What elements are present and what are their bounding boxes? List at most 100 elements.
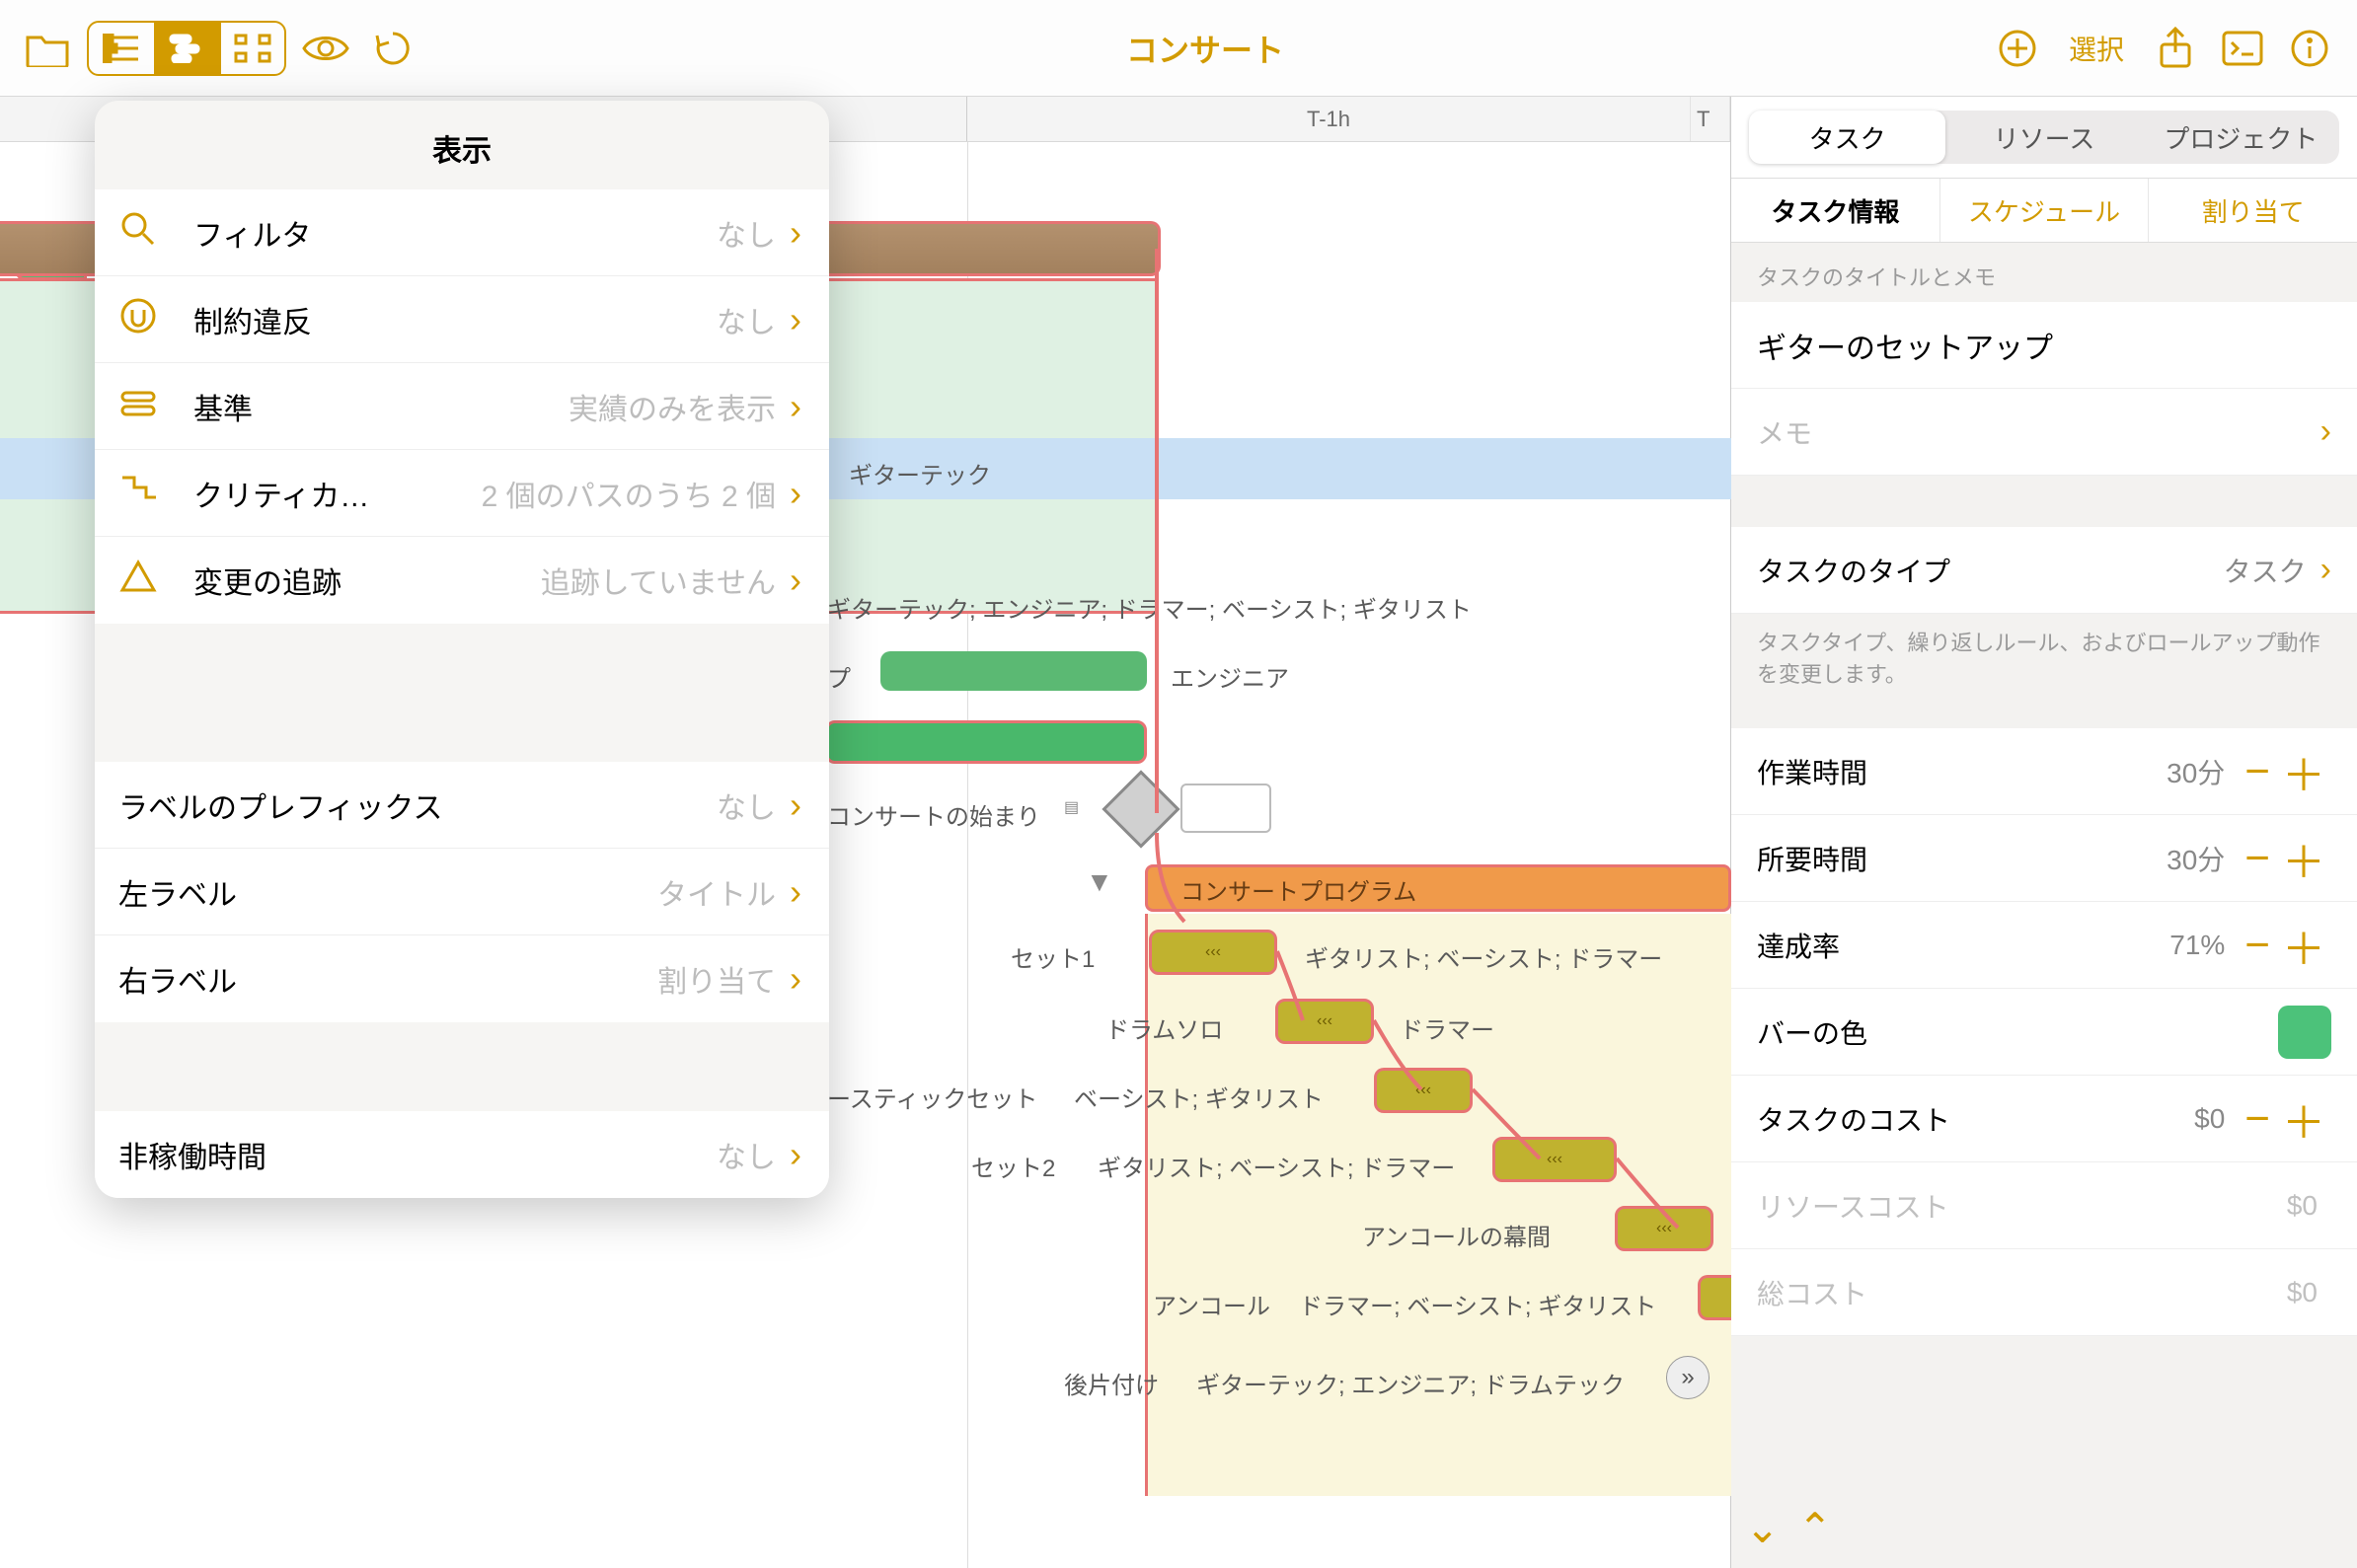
chevron-right-icon: ›	[790, 958, 801, 1000]
task-bar-drumsolo[interactable]: ‹‹‹	[1275, 999, 1374, 1044]
view-popover: 表示 フィルタ なし › 制約違反 なし › 基準 実績のみを表示	[95, 101, 829, 1198]
milestone-field[interactable]	[1180, 784, 1271, 833]
total-cost-row: 総コスト $0	[1731, 1249, 2357, 1336]
view-mode-outline[interactable]	[89, 23, 154, 74]
overflow-icon[interactable]: »	[1666, 1356, 1710, 1399]
work-row[interactable]: 作業時間 30分 − ＋	[1731, 728, 2357, 815]
subtab-schedule[interactable]: スケジュール	[1939, 179, 2149, 242]
task-bar-amp[interactable]	[880, 651, 1147, 691]
chevron-up-icon[interactable]: ⌃	[1797, 1504, 1832, 1552]
popover-section-c: 非稼働時間 なし ›	[95, 1111, 829, 1198]
popover-row-rightlabel[interactable]: 右ラベル 割り当て ›	[95, 935, 829, 1022]
drumsolo-label: ドラムソロ	[1105, 1010, 1223, 1045]
blue-row-label: ギターテック	[849, 456, 991, 490]
seg-resource[interactable]: リソース	[1945, 111, 2142, 164]
view-mode-segment[interactable]	[87, 21, 286, 76]
popover-row-critical[interactable]: クリティカ… 2 個のパスのうち 2 個 ›	[95, 450, 829, 537]
task-bar-encoregap[interactable]: ‹‹‹	[1615, 1206, 1713, 1251]
encore-label: アンコール	[1153, 1287, 1270, 1321]
seg-task[interactable]: タスク	[1749, 111, 1945, 164]
progress-row[interactable]: 達成率 71% − ＋	[1731, 902, 2357, 989]
chevron-right-icon: ›	[790, 560, 801, 601]
chevron-right-icon: ›	[790, 784, 801, 826]
cost-row[interactable]: タスクのコスト $0 − ＋	[1731, 1076, 2357, 1162]
task-bar-set2[interactable]: ‹‹‹	[1492, 1137, 1617, 1182]
chevron-right-icon: ›	[790, 299, 801, 340]
seg-project[interactable]: プロジェクト	[2143, 111, 2339, 164]
popover-row-leftlabel[interactable]: 左ラベル タイトル ›	[95, 849, 829, 935]
program-backdrop	[1145, 914, 1731, 1496]
resource-cost-row: リソースコスト $0	[1731, 1162, 2357, 1249]
acoustic-label: ースティックセット	[827, 1080, 1037, 1114]
toolbar: コンサート 選択	[0, 0, 2357, 97]
popover-title: 表示	[95, 101, 829, 189]
set2-label: セット2	[971, 1149, 1055, 1183]
color-swatch[interactable]	[2278, 1006, 2331, 1059]
popover-row-prefix[interactable]: ラベルのプレフィックス なし ›	[95, 762, 829, 849]
encoregap-label: アンコールの幕間	[1362, 1218, 1551, 1252]
cleanup-assign-label: ギターテック; エンジニア; ドラムテック	[1196, 1366, 1625, 1400]
chevron-right-icon: ›	[790, 212, 801, 254]
plus-icon[interactable]: ＋	[2276, 740, 2331, 803]
popover-row-filter[interactable]: フィルタ なし ›	[95, 189, 829, 276]
plus-icon[interactable]: ＋	[2276, 1087, 2331, 1151]
inspector-segment[interactable]: タスク リソース プロジェクト	[1749, 111, 2339, 164]
subtab-info[interactable]: タスク情報	[1731, 179, 1939, 242]
view-mode-gantt[interactable]	[154, 23, 219, 74]
ruler-t: T	[1691, 97, 1730, 141]
set1-label: セット1	[1011, 939, 1095, 974]
plus-icon[interactable]: ＋	[2276, 827, 2331, 890]
eye-icon[interactable]	[298, 21, 353, 76]
add-icon[interactable]	[1990, 21, 2045, 76]
set2-assign-label: ギタリスト; ベーシスト; ドラマー	[1098, 1149, 1455, 1183]
task-bar-encore[interactable]	[1698, 1275, 1731, 1320]
cleanup-label: 後片付け	[1064, 1366, 1159, 1400]
popover-row-changes[interactable]: 変更の追跡 追跡していません ›	[95, 537, 829, 624]
popover-row-baselines[interactable]: 基準 実績のみを表示 ›	[95, 363, 829, 450]
view-mode-network[interactable]	[219, 23, 284, 74]
milestone-diamond[interactable]	[1102, 770, 1179, 848]
set1-assign-label: ギタリスト; ベーシスト; ドラマー	[1305, 939, 1662, 974]
setup-assign-label: ギターテック; エンジニア; ドラマー; ベーシスト; ギタリスト	[827, 590, 1472, 625]
subtab-assign[interactable]: 割り当て	[2148, 179, 2357, 242]
concert-start-label: コンサートの始まり	[827, 797, 1040, 832]
minus-icon[interactable]: −	[2239, 834, 2276, 883]
steps-icon	[118, 470, 172, 517]
popover-row-offhours[interactable]: 非稼働時間 なし ›	[95, 1111, 829, 1198]
console-icon[interactable]	[2215, 21, 2270, 76]
plus-icon[interactable]: ＋	[2276, 914, 2331, 977]
drumsolo-assign-label: ドラマー	[1400, 1010, 1494, 1045]
task-bar-green2[interactable]	[825, 720, 1147, 764]
hand-icon	[118, 296, 172, 343]
task-title-row[interactable]: ギターのセットアップ	[1731, 302, 2357, 389]
type-hint: タスクタイプ、繰り返しルール、およびロールアップ動作を変更します。	[1731, 614, 2357, 699]
task-bar-acoustic[interactable]: ‹‹‹	[1374, 1068, 1473, 1113]
gantt-area: T-1h T セ オー ギターテック ギターテック; エンジニア; ドラマー; …	[0, 97, 1731, 1568]
amp-suffix-label: プ	[827, 659, 851, 694]
duration-row[interactable]: 所要時間 30分 − ＋	[1731, 815, 2357, 902]
ruler-t-1h: T-1h	[967, 97, 1691, 141]
share-icon[interactable]	[2148, 21, 2203, 76]
chevron-right-icon: ›	[2320, 551, 2331, 589]
inspector-subtabs[interactable]: タスク情報 スケジュール 割り当て	[1731, 178, 2357, 243]
minus-icon[interactable]: −	[2239, 1094, 2276, 1144]
undo-icon[interactable]	[365, 21, 420, 76]
popover-section-b: ラベルのプレフィックス なし › 左ラベル タイトル › 右ラベル 割り当て ›	[95, 762, 829, 1022]
stack-icon	[118, 383, 172, 430]
prev-next-task[interactable]: ⌄ ⌃	[1745, 1504, 1832, 1552]
chevron-right-icon: ›	[790, 871, 801, 913]
select-button[interactable]: 選択	[2057, 29, 2136, 68]
inspector: タスク リソース プロジェクト タスク情報 スケジュール 割り当て タスクのタイ…	[1731, 97, 2357, 1568]
minus-icon[interactable]: −	[2239, 921, 2276, 970]
documents-icon[interactable]	[20, 21, 75, 76]
chevron-right-icon: ›	[790, 1134, 801, 1175]
minus-icon[interactable]: −	[2239, 747, 2276, 796]
type-row[interactable]: タスクのタイプ タスク ›	[1731, 527, 2357, 614]
document-title[interactable]: コンサート	[1126, 26, 1284, 71]
popover-row-violations[interactable]: 制約違反 なし ›	[95, 276, 829, 363]
info-icon[interactable]	[2282, 21, 2337, 76]
task-bar-set1[interactable]: ‹‹‹	[1149, 930, 1277, 975]
memo-row[interactable]: メモ ›	[1731, 389, 2357, 476]
color-row[interactable]: バーの色	[1731, 989, 2357, 1076]
chevron-down-icon[interactable]: ⌄	[1745, 1504, 1780, 1552]
